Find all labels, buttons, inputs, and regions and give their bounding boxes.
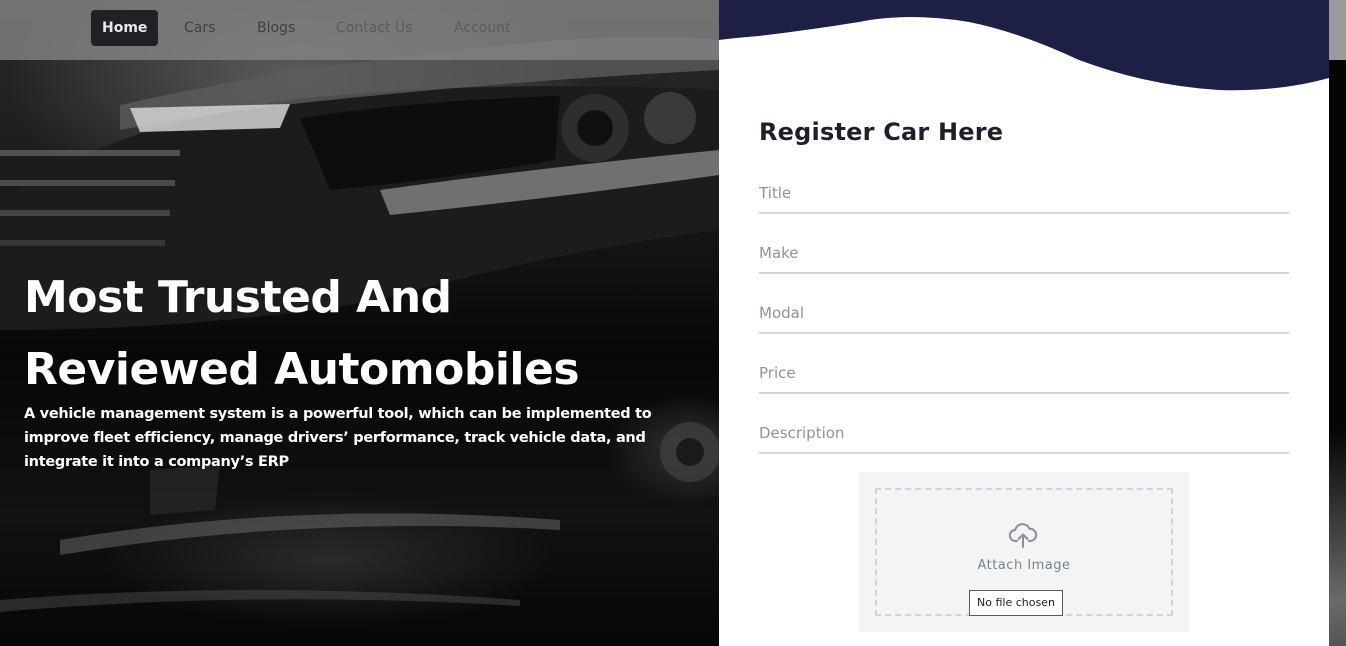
description-input[interactable] bbox=[759, 414, 1289, 454]
header-wave-decoration bbox=[719, 0, 1329, 91]
hero-title-line-1: Most Trusted And bbox=[24, 272, 452, 323]
nav-cars[interactable]: Cars bbox=[173, 10, 226, 46]
hero-section: Home Cars Blogs Contact Us Account Most … bbox=[0, 0, 719, 646]
hero-title: Most Trusted And Reviewed Automobiles bbox=[24, 262, 580, 406]
nav-blogs[interactable]: Blogs bbox=[246, 10, 306, 46]
nav-contact-us[interactable]: Contact Us bbox=[325, 10, 423, 46]
background-edge-strip bbox=[1329, 0, 1346, 646]
modal-input[interactable] bbox=[759, 294, 1289, 334]
file-input-status[interactable]: No file chosen bbox=[969, 590, 1063, 616]
image-dropzone[interactable]: Attach Image No file chosen bbox=[875, 488, 1173, 616]
nav-account[interactable]: Account bbox=[443, 10, 522, 46]
image-upload-area: Attach Image No file chosen bbox=[859, 472, 1189, 632]
attach-image-label: Attach Image bbox=[977, 558, 1071, 573]
cloud-upload-icon bbox=[1008, 523, 1038, 548]
form-title: Register Car Here bbox=[759, 118, 1004, 146]
price-input[interactable] bbox=[759, 354, 1289, 394]
hero-title-line-2: Reviewed Automobiles bbox=[24, 344, 580, 395]
nav-home[interactable]: Home bbox=[91, 10, 159, 46]
make-input[interactable] bbox=[759, 234, 1289, 274]
title-input[interactable] bbox=[759, 174, 1289, 214]
hero-description: A vehicle management system is a powerfu… bbox=[24, 406, 652, 470]
register-car-panel: Register Car Here Attach Image No file c… bbox=[719, 0, 1329, 646]
top-navbar: Home Cars Blogs Contact Us Account bbox=[0, 0, 719, 60]
